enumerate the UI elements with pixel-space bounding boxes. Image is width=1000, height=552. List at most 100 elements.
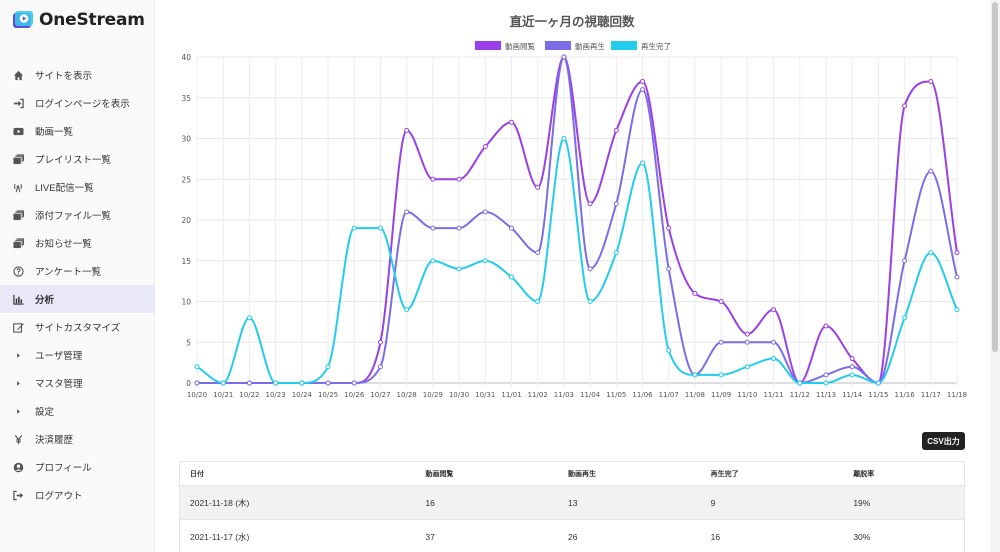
legend-label: 動画閲覧 xyxy=(505,41,535,51)
y-tick-label: 15 xyxy=(181,257,191,266)
data-point xyxy=(849,372,855,378)
y-tick-label: 0 xyxy=(186,379,191,388)
sidebar-item-label: お知らせ一覧 xyxy=(35,239,92,250)
sidebar-item-label: プレイリスト一覧 xyxy=(35,155,112,166)
data-point xyxy=(220,380,226,386)
sidebar-item-15-user[interactable]: プロフィール xyxy=(0,453,155,481)
chevron-right-icon xyxy=(12,377,24,389)
data-point xyxy=(456,225,462,231)
x-tick-label: 11/04 xyxy=(580,391,601,399)
column-header[interactable]: 再生完了 xyxy=(701,469,844,479)
brand-logo[interactable]: OneStream xyxy=(12,9,145,31)
y-tick-label: 40 xyxy=(181,53,191,62)
legend-swatch xyxy=(545,41,571,50)
sidebar-item-label: ログアウト xyxy=(35,491,83,502)
data-point xyxy=(954,274,960,280)
sidebar-item-label: 決済履歴 xyxy=(35,435,74,446)
y-tick-label: 25 xyxy=(181,175,191,184)
data-point xyxy=(404,307,410,313)
sidebar-item-8-question[interactable]: アンケート一覧 xyxy=(0,257,155,285)
data-point xyxy=(744,331,750,337)
scrollbar-thumb[interactable] xyxy=(992,2,998,352)
sidebar-item-7-news[interactable]: お知らせ一覧 xyxy=(0,229,155,257)
data-point xyxy=(377,364,383,370)
data-point xyxy=(744,339,750,345)
data-point xyxy=(823,380,829,386)
sidebar-item-10-edit[interactable]: サイトカスタマイズ xyxy=(0,313,155,341)
sidebar-item-16-sign-out[interactable]: ログアウト xyxy=(0,481,155,509)
column-header[interactable]: 動画閲覧 xyxy=(415,469,558,479)
data-point xyxy=(456,176,462,182)
legend-item[interactable]: 動画再生 xyxy=(545,41,605,51)
column-header[interactable]: 日付 xyxy=(180,469,415,479)
logo-icon xyxy=(13,11,33,28)
data-point xyxy=(640,87,646,93)
data-point xyxy=(875,380,881,386)
x-tick-label: 10/26 xyxy=(344,391,365,399)
sidebar-item-label: サイトカスタマイズ xyxy=(35,323,121,334)
table-cell: 13 xyxy=(568,497,578,508)
legend-label: 動画再生 xyxy=(575,41,605,51)
data-point xyxy=(954,250,960,256)
sidebar-item-4-playlist[interactable]: プレイリスト一覧 xyxy=(0,145,155,173)
sidebar-item-3-video[interactable]: 動画一覧 xyxy=(0,117,155,145)
data-point xyxy=(482,144,488,150)
legend-item[interactable]: 再生完了 xyxy=(611,41,671,51)
sign-out-icon xyxy=(12,489,24,501)
sidebar-item-6-attachment[interactable]: 添付ファイル一覧 xyxy=(0,201,155,229)
data-point xyxy=(902,103,908,109)
y-tick-label: 10 xyxy=(181,298,191,307)
sidebar-item-label: プロフィール xyxy=(35,463,92,474)
data-point xyxy=(535,184,541,190)
table-cell: 19% xyxy=(853,497,871,508)
table-cell: 9 xyxy=(710,497,716,508)
data-point xyxy=(194,364,200,370)
x-tick-label: 10/27 xyxy=(370,391,390,399)
data-point xyxy=(273,380,279,386)
sidebar-item-label: アンケート一覧 xyxy=(35,267,102,278)
data-point xyxy=(692,290,698,296)
x-tick-label: 11/03 xyxy=(554,391,574,399)
sidebar-item-14-yen[interactable]: 決済履歴 xyxy=(0,425,155,453)
sidebar-item-label: マスタ管理 xyxy=(35,379,83,390)
sidebar-item-label: 動画一覧 xyxy=(35,127,74,138)
chevron-right-icon xyxy=(12,405,24,417)
table-cell: 30% xyxy=(853,531,871,542)
data-point xyxy=(954,307,960,313)
legend-item[interactable]: 動画閲覧 xyxy=(475,41,535,51)
sidebar-item-1-home[interactable]: サイトを表示 xyxy=(0,61,155,89)
x-tick-label: 10/24 xyxy=(292,391,313,399)
csv-export-button[interactable]: CSV出力 xyxy=(922,432,965,450)
data-point xyxy=(508,119,514,125)
data-point xyxy=(666,225,672,231)
data-point xyxy=(404,209,410,215)
sidebar-item-5-broadcast[interactable]: LIVE配信一覧 xyxy=(0,173,155,201)
data-point xyxy=(194,380,200,386)
data-point xyxy=(561,136,567,141)
table-row: 2021-11-17 (水) 37 26 16 30% xyxy=(180,520,964,552)
table-cell: 16 xyxy=(710,531,721,542)
column-header[interactable]: 動画再生 xyxy=(558,469,701,479)
sidebar-item-label: ユーザ管理 xyxy=(35,351,83,362)
data-point xyxy=(246,315,252,321)
x-tick-label: 11/07 xyxy=(659,391,679,399)
sidebar-item-12-chevron-right[interactable]: マスタ管理 xyxy=(0,369,155,397)
sign-in-icon xyxy=(12,97,24,109)
data-point xyxy=(561,54,567,60)
x-tick-label: 11/11 xyxy=(763,391,783,399)
sidebar-item-11-chevron-right[interactable]: ユーザ管理 xyxy=(0,341,155,369)
data-point xyxy=(613,201,619,207)
data-point xyxy=(771,339,777,345)
data-point xyxy=(246,380,252,386)
x-tick-label: 11/15 xyxy=(868,391,888,399)
sidebar-item-2-sign-in[interactable]: ログインページを表示 xyxy=(0,89,155,117)
scrollbar[interactable] xyxy=(990,0,1000,552)
video-icon xyxy=(12,125,24,137)
data-point xyxy=(771,307,777,313)
x-tick-label: 10/25 xyxy=(318,391,338,399)
sidebar-item-13-chevron-right[interactable]: 設定 xyxy=(0,397,155,425)
sidebar-item-9-bar-chart[interactable]: 分析 xyxy=(0,285,155,313)
data-point xyxy=(430,225,436,231)
x-tick-label: 11/17 xyxy=(921,391,941,399)
column-header[interactable]: 離脱率 xyxy=(843,469,964,479)
